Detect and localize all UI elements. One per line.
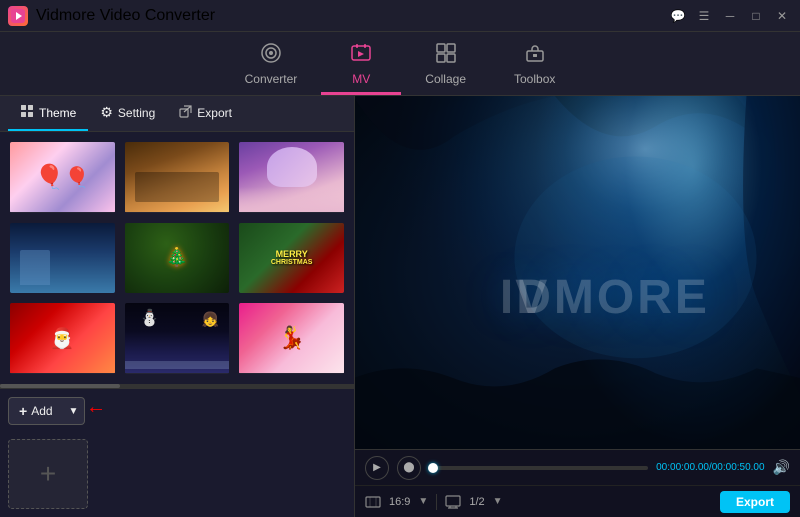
- stop-button[interactable]: ⬤: [397, 456, 421, 480]
- tab-collage[interactable]: Collage: [401, 35, 490, 95]
- theme-chic-label: Chic: [10, 212, 115, 215]
- tab-converter[interactable]: Converter: [221, 35, 322, 95]
- app-logo: [8, 6, 28, 26]
- tab-toolbox-label: Toolbox: [514, 72, 555, 86]
- nav-bar: Converter MV Collage: [0, 32, 800, 96]
- theme-stripes-waves[interactable]: 💃 Stripes & Waves: [237, 301, 346, 376]
- progress-bar[interactable]: [429, 466, 648, 470]
- setting-icon: ⚙: [100, 104, 113, 121]
- theme-santa-label: Santa Claus: [10, 373, 115, 376]
- theme-christmas-eve-label: Christmas Eve: [125, 293, 230, 296]
- aspect-ratio-icon: [365, 494, 381, 510]
- theme-neat-label: Neat: [125, 212, 230, 215]
- subnav-export-label: Export: [197, 106, 232, 120]
- left-panel: Theme ⚙ Setting Export: [0, 96, 355, 517]
- subnav-export[interactable]: Export: [167, 96, 244, 131]
- mv-icon: [350, 42, 372, 68]
- play-button[interactable]: ▶: [365, 456, 389, 480]
- collage-icon: [435, 42, 457, 68]
- subnav-theme-label: Theme: [39, 106, 76, 120]
- menu-button[interactable]: ☰: [694, 6, 714, 26]
- theme-grid: 🎈 Chic Neat: [0, 132, 354, 384]
- subnav-setting[interactable]: ⚙ Setting: [88, 96, 167, 131]
- divider-1: [436, 494, 437, 510]
- theme-christmas-eve[interactable]: 🎄 Christmas Eve: [123, 221, 232, 296]
- minimize-button[interactable]: ─: [720, 6, 740, 26]
- screen-value: 1/2: [469, 496, 484, 508]
- volume-icon[interactable]: 🔊: [773, 459, 790, 476]
- theme-stripes-label: Stripes & Waves: [239, 373, 344, 376]
- close-button[interactable]: ✕: [772, 6, 792, 26]
- title-bar: Vidmore Video Converter 💬 ☰ ─ □ ✕: [0, 0, 800, 32]
- add-button-group: + Add ▼: [8, 397, 85, 425]
- subnav-theme[interactable]: Theme: [8, 96, 88, 131]
- progress-dot: [428, 463, 438, 473]
- media-placeholder[interactable]: +: [8, 439, 88, 509]
- add-label: Add: [31, 404, 52, 418]
- chat-button[interactable]: 💬: [668, 6, 688, 26]
- right-panel: IDMORE V ▶ ⬤ 00:00:00.00/00:00:50.00 🔊 1…: [355, 96, 800, 517]
- title-bar-left: Vidmore Video Converter: [8, 6, 215, 26]
- red-arrow-indicator: ←: [86, 396, 106, 419]
- maximize-button[interactable]: □: [746, 6, 766, 26]
- watermark-v: V: [515, 270, 550, 325]
- tab-mv[interactable]: MV: [321, 35, 401, 95]
- time-display: 00:00:00.00/00:00:50.00: [656, 462, 764, 473]
- tab-mv-label: MV: [352, 72, 370, 86]
- theme-merry-christmas-label: Merry Christmas: [239, 293, 344, 296]
- theme-snowy-night[interactable]: ⛄ 👧 Snowy Night: [123, 301, 232, 376]
- aspect-ratio-value: 16:9: [389, 496, 410, 508]
- theme-simple-label: Simple: [10, 293, 115, 296]
- theme-santa-claus[interactable]: 🎅 Santa Claus: [8, 301, 117, 376]
- export-icon: [179, 105, 192, 121]
- preview-area: IDMORE V: [355, 96, 800, 449]
- bottom-controls: 16:9 ▼ 1/2 ▼ Export: [355, 485, 800, 517]
- screen-icon: [445, 494, 461, 510]
- add-button[interactable]: + Add: [8, 397, 63, 425]
- sub-nav: Theme ⚙ Setting Export: [0, 96, 354, 132]
- subnav-setting-label: Setting: [118, 106, 155, 120]
- tab-converter-label: Converter: [245, 72, 298, 86]
- theme-happy-label: Happy: [239, 212, 344, 215]
- theme-merry-christmas[interactable]: MERRY CHRISTMAS Merry Christmas: [237, 221, 346, 296]
- theme-happy[interactable]: Happy: [237, 140, 346, 215]
- add-plus-icon: +: [19, 403, 27, 419]
- theme-snowy-label: Snowy Night: [125, 373, 230, 376]
- media-plus-icon: +: [40, 458, 56, 490]
- theme-neat[interactable]: Neat: [123, 140, 232, 215]
- tab-toolbox[interactable]: Toolbox: [490, 35, 579, 95]
- export-button[interactable]: Export: [720, 491, 790, 513]
- toolbox-icon: [524, 42, 546, 68]
- main-content: Theme ⚙ Setting Export: [0, 96, 800, 517]
- theme-simple[interactable]: Simple: [8, 221, 117, 296]
- player-controls: ▶ ⬤ 00:00:00.00/00:00:50.00 🔊: [355, 449, 800, 485]
- ratio-dropdown-icon[interactable]: ▼: [418, 496, 428, 507]
- add-area: + Add ▼ ← +: [0, 388, 354, 517]
- theme-chic[interactable]: 🎈 Chic: [8, 140, 117, 215]
- add-dropdown-button[interactable]: ▼: [63, 397, 86, 425]
- theme-icon: [20, 104, 34, 121]
- converter-icon: [260, 42, 282, 68]
- app-title: Vidmore Video Converter: [36, 7, 215, 25]
- tab-collage-label: Collage: [425, 72, 466, 86]
- screen-dropdown-icon[interactable]: ▼: [493, 496, 503, 507]
